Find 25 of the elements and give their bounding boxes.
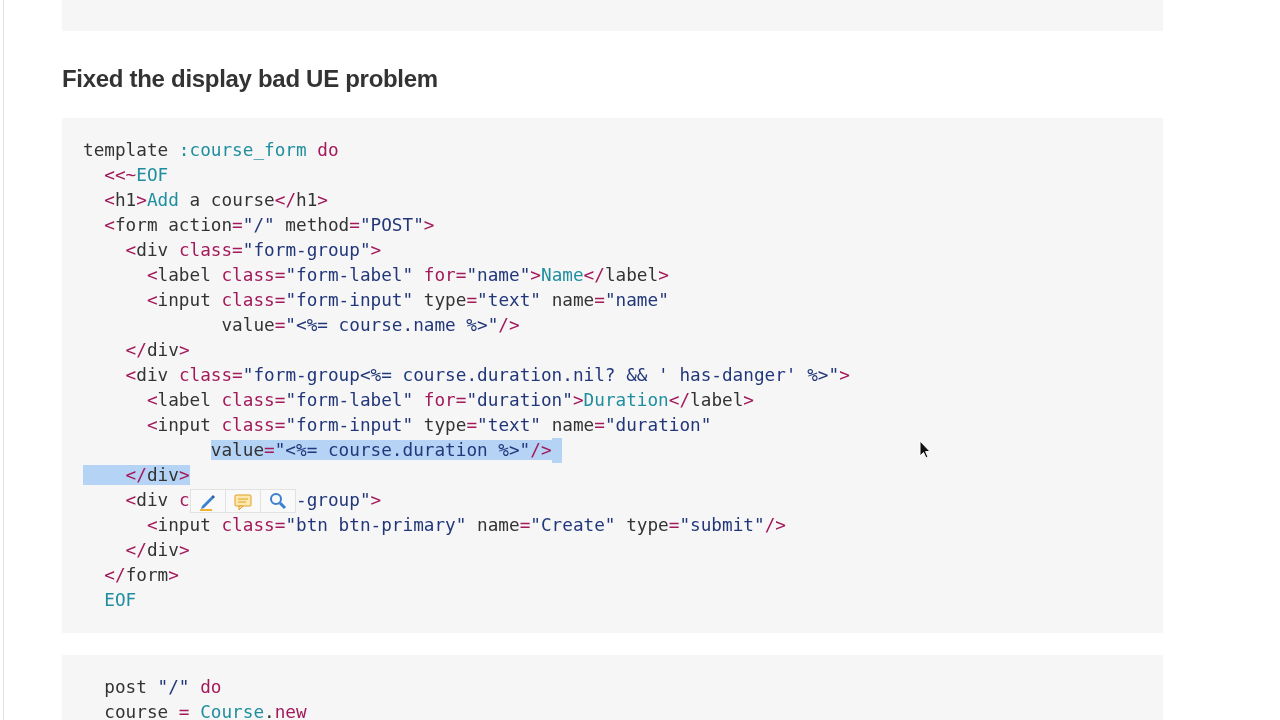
search-icon bbox=[267, 490, 288, 511]
code-line: <label class="form-label" for="name">Name</label> bbox=[145, 264, 669, 287]
code-line: <input class="form-input" type="text" name="name" bbox=[145, 289, 669, 312]
code-line: <<~EOF bbox=[103, 164, 169, 187]
code-line: template :course_form do bbox=[83, 139, 339, 162]
code-line: <h1>Add a course</h1> bbox=[103, 189, 328, 212]
code-line: EOF bbox=[103, 589, 137, 612]
code-line: <label class="form-label" for="duration">Duration</label> bbox=[145, 389, 754, 412]
code-line: <input class="btn btn-primary" name="Create" type="submit"/> bbox=[145, 514, 786, 537]
section-heading: Fixed the display bad UE problem bbox=[62, 64, 439, 94]
code-text: <div c bbox=[124, 489, 190, 512]
code-line: course = Course.new bbox=[103, 701, 307, 720]
code-line: </form> bbox=[103, 564, 179, 587]
code-line: </div> bbox=[124, 539, 190, 562]
mouse-pointer-icon bbox=[919, 440, 931, 459]
code-line: </div> bbox=[83, 463, 190, 488]
code-line: value="<%= course.name %>"/> bbox=[220, 314, 520, 337]
code-line: <input class="form-input" type="text" name="duration" bbox=[145, 414, 712, 437]
code-line: value="<%= course.duration %>"/> bbox=[83, 438, 563, 463]
code-line: <div class="form-group"> bbox=[124, 239, 382, 262]
code-line: post "/" do bbox=[103, 676, 222, 699]
code-line: <form action="/" method="POST"> bbox=[103, 214, 435, 237]
code-text: -group"> bbox=[296, 489, 382, 512]
code-line: <div class="form-group<%= course.duration.nil? && ' has-danger' %>"> bbox=[124, 364, 850, 387]
code-line: </div> bbox=[124, 339, 190, 362]
